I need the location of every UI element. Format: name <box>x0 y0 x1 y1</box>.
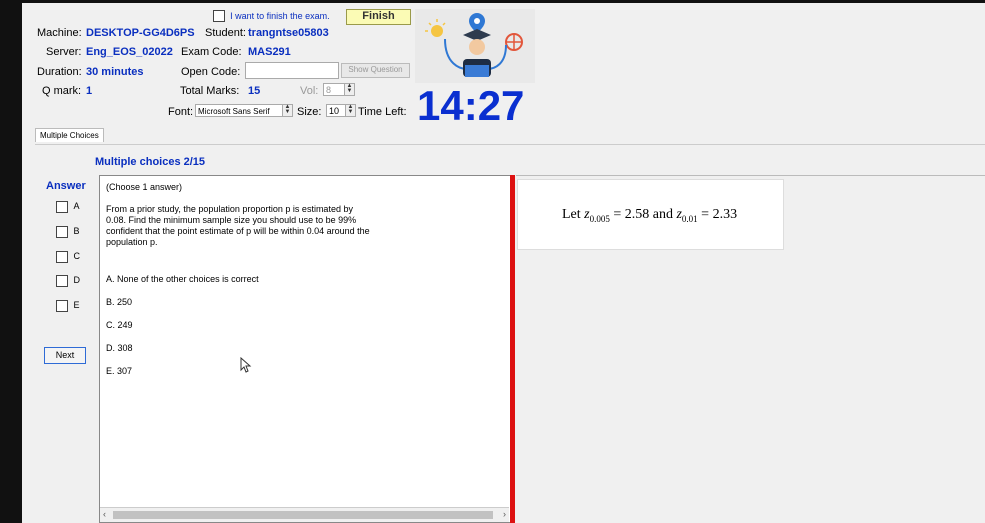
choice-a: A. None of the other choices is correct <box>106 274 259 284</box>
answer-option-label: C <box>73 251 81 262</box>
vol-label: Vol: <box>300 85 319 97</box>
qmark-value: 1 <box>86 85 93 97</box>
duration-value: 30 minutes <box>86 66 144 78</box>
answer-option-label: E <box>73 300 80 311</box>
vol-spinner[interactable]: 8 ▲ ▼ <box>323 83 355 96</box>
question-text-line: From a prior study, the population propo… <box>106 204 353 214</box>
answer-option-e[interactable]: E <box>56 300 80 312</box>
answer-checkbox[interactable] <box>56 275 68 287</box>
exam-code-label: Exam Code: <box>181 46 242 58</box>
open-code-label: Open Code: <box>181 66 241 78</box>
answer-option-label: B <box>73 226 80 237</box>
size-value: 10 <box>329 106 340 116</box>
answer-checkbox[interactable] <box>56 201 68 213</box>
pane-splitter[interactable] <box>510 175 515 523</box>
graduate-logo <box>415 9 535 83</box>
choice-c: C. 249 <box>106 320 133 330</box>
question-text-line: 0.08. Find the minimum sample size you s… <box>106 215 357 225</box>
formula-z1-subscript: 0.005 <box>589 213 610 224</box>
choice-d: D. 308 <box>106 343 133 353</box>
exam-code-value: MAS291 <box>248 46 291 58</box>
size-spinner[interactable]: 10 ▲ ▼ <box>326 104 356 117</box>
scroll-left-icon[interactable]: ‹ <box>103 509 106 519</box>
total-marks-label: Total Marks: <box>180 85 240 97</box>
horizontal-scrollbar[interactable]: ‹ › <box>100 507 509 522</box>
formula-eq1: = 2.58 and <box>613 207 673 222</box>
spinner-arrows-icon[interactable]: ▲ ▼ <box>345 104 355 116</box>
qmark-label: Q mark: <box>42 85 82 97</box>
image-pane: Let z0.005 = 2.58 and z0.01 = 2.33 <box>516 175 985 523</box>
finish-button[interactable]: Finish <box>346 9 411 25</box>
font-selector[interactable]: Microsoft Sans Serif ▲ ▼ <box>195 104 293 117</box>
formula-box: Let z0.005 = 2.58 and z0.01 = 2.33 <box>517 179 784 250</box>
show-question-button[interactable]: Show Question <box>341 63 410 78</box>
question-text-line: population p. <box>106 237 158 247</box>
formula-eq2: = 2.33 <box>701 207 738 222</box>
spinner-arrows-icon[interactable]: ▲ ▼ <box>344 83 354 95</box>
finish-checkbox[interactable] <box>213 10 225 23</box>
spinner-arrows-icon[interactable]: ▲ ▼ <box>282 104 292 116</box>
choice-b: B. 250 <box>106 297 133 307</box>
answer-option-c[interactable]: C <box>56 251 80 263</box>
choice-e: E. 307 <box>106 366 133 376</box>
server-value: Eng_EOS_02022 <box>86 46 173 58</box>
answer-option-label: D <box>73 275 81 286</box>
question-text-box[interactable]: (Choose 1 answer) From a prior study, th… <box>99 175 512 523</box>
tab-multiple-choices[interactable]: Multiple Choices <box>35 128 104 142</box>
formula-let: Let <box>562 207 581 222</box>
scroll-right-icon[interactable]: › <box>503 509 506 519</box>
open-code-input[interactable] <box>245 62 339 79</box>
total-marks-value: 15 <box>248 85 261 97</box>
answer-checkbox[interactable] <box>56 251 68 263</box>
next-button[interactable]: Next <box>44 347 86 364</box>
font-value: Microsoft Sans Serif <box>198 107 270 116</box>
machine-value: DESKTOP-GG4D6PS <box>86 27 195 39</box>
machine-label: Machine: <box>37 27 82 39</box>
duration-label: Duration: <box>37 66 82 78</box>
question-heading: Multiple choices 2/15 <box>95 156 206 168</box>
student-value: trangntse05803 <box>248 27 329 39</box>
exam-window: I want to finish the exam. Finish Machin… <box>22 3 985 523</box>
question-instruction: (Choose 1 answer) <box>106 182 183 192</box>
finish-checkbox-label: I want to finish the exam. <box>230 11 330 21</box>
question-text-line: confident that the point estimate of p w… <box>106 226 370 236</box>
answer-checkbox[interactable] <box>56 300 68 312</box>
time-left-label: Time Left: <box>358 106 407 118</box>
answer-option-label: A <box>73 201 80 212</box>
scrollbar-thumb[interactable] <box>113 511 493 519</box>
graduate-logo-icon <box>415 9 535 83</box>
formula-text: Let z0.005 = 2.58 and z0.01 = 2.33 <box>562 207 738 224</box>
font-label: Font: <box>168 106 194 118</box>
answer-option-d[interactable]: D <box>56 275 80 287</box>
student-label: Student: <box>205 27 246 39</box>
server-label: Server: <box>46 46 82 58</box>
timer: 14:27 <box>417 82 525 129</box>
answer-option-b[interactable]: B <box>56 226 80 238</box>
answer-label: Answer <box>46 180 86 192</box>
size-label: Size: <box>297 106 322 118</box>
formula-z2-subscript: 0.01 <box>681 213 698 224</box>
answer-option-a[interactable]: A <box>56 201 80 213</box>
finish-checkbox-row[interactable]: I want to finish the exam. <box>213 10 330 23</box>
answer-checkbox[interactable] <box>56 226 68 238</box>
question-text: From a prior study, the population propo… <box>106 204 370 248</box>
mouse-cursor-icon <box>240 357 252 373</box>
vol-value: 8 <box>326 85 332 95</box>
